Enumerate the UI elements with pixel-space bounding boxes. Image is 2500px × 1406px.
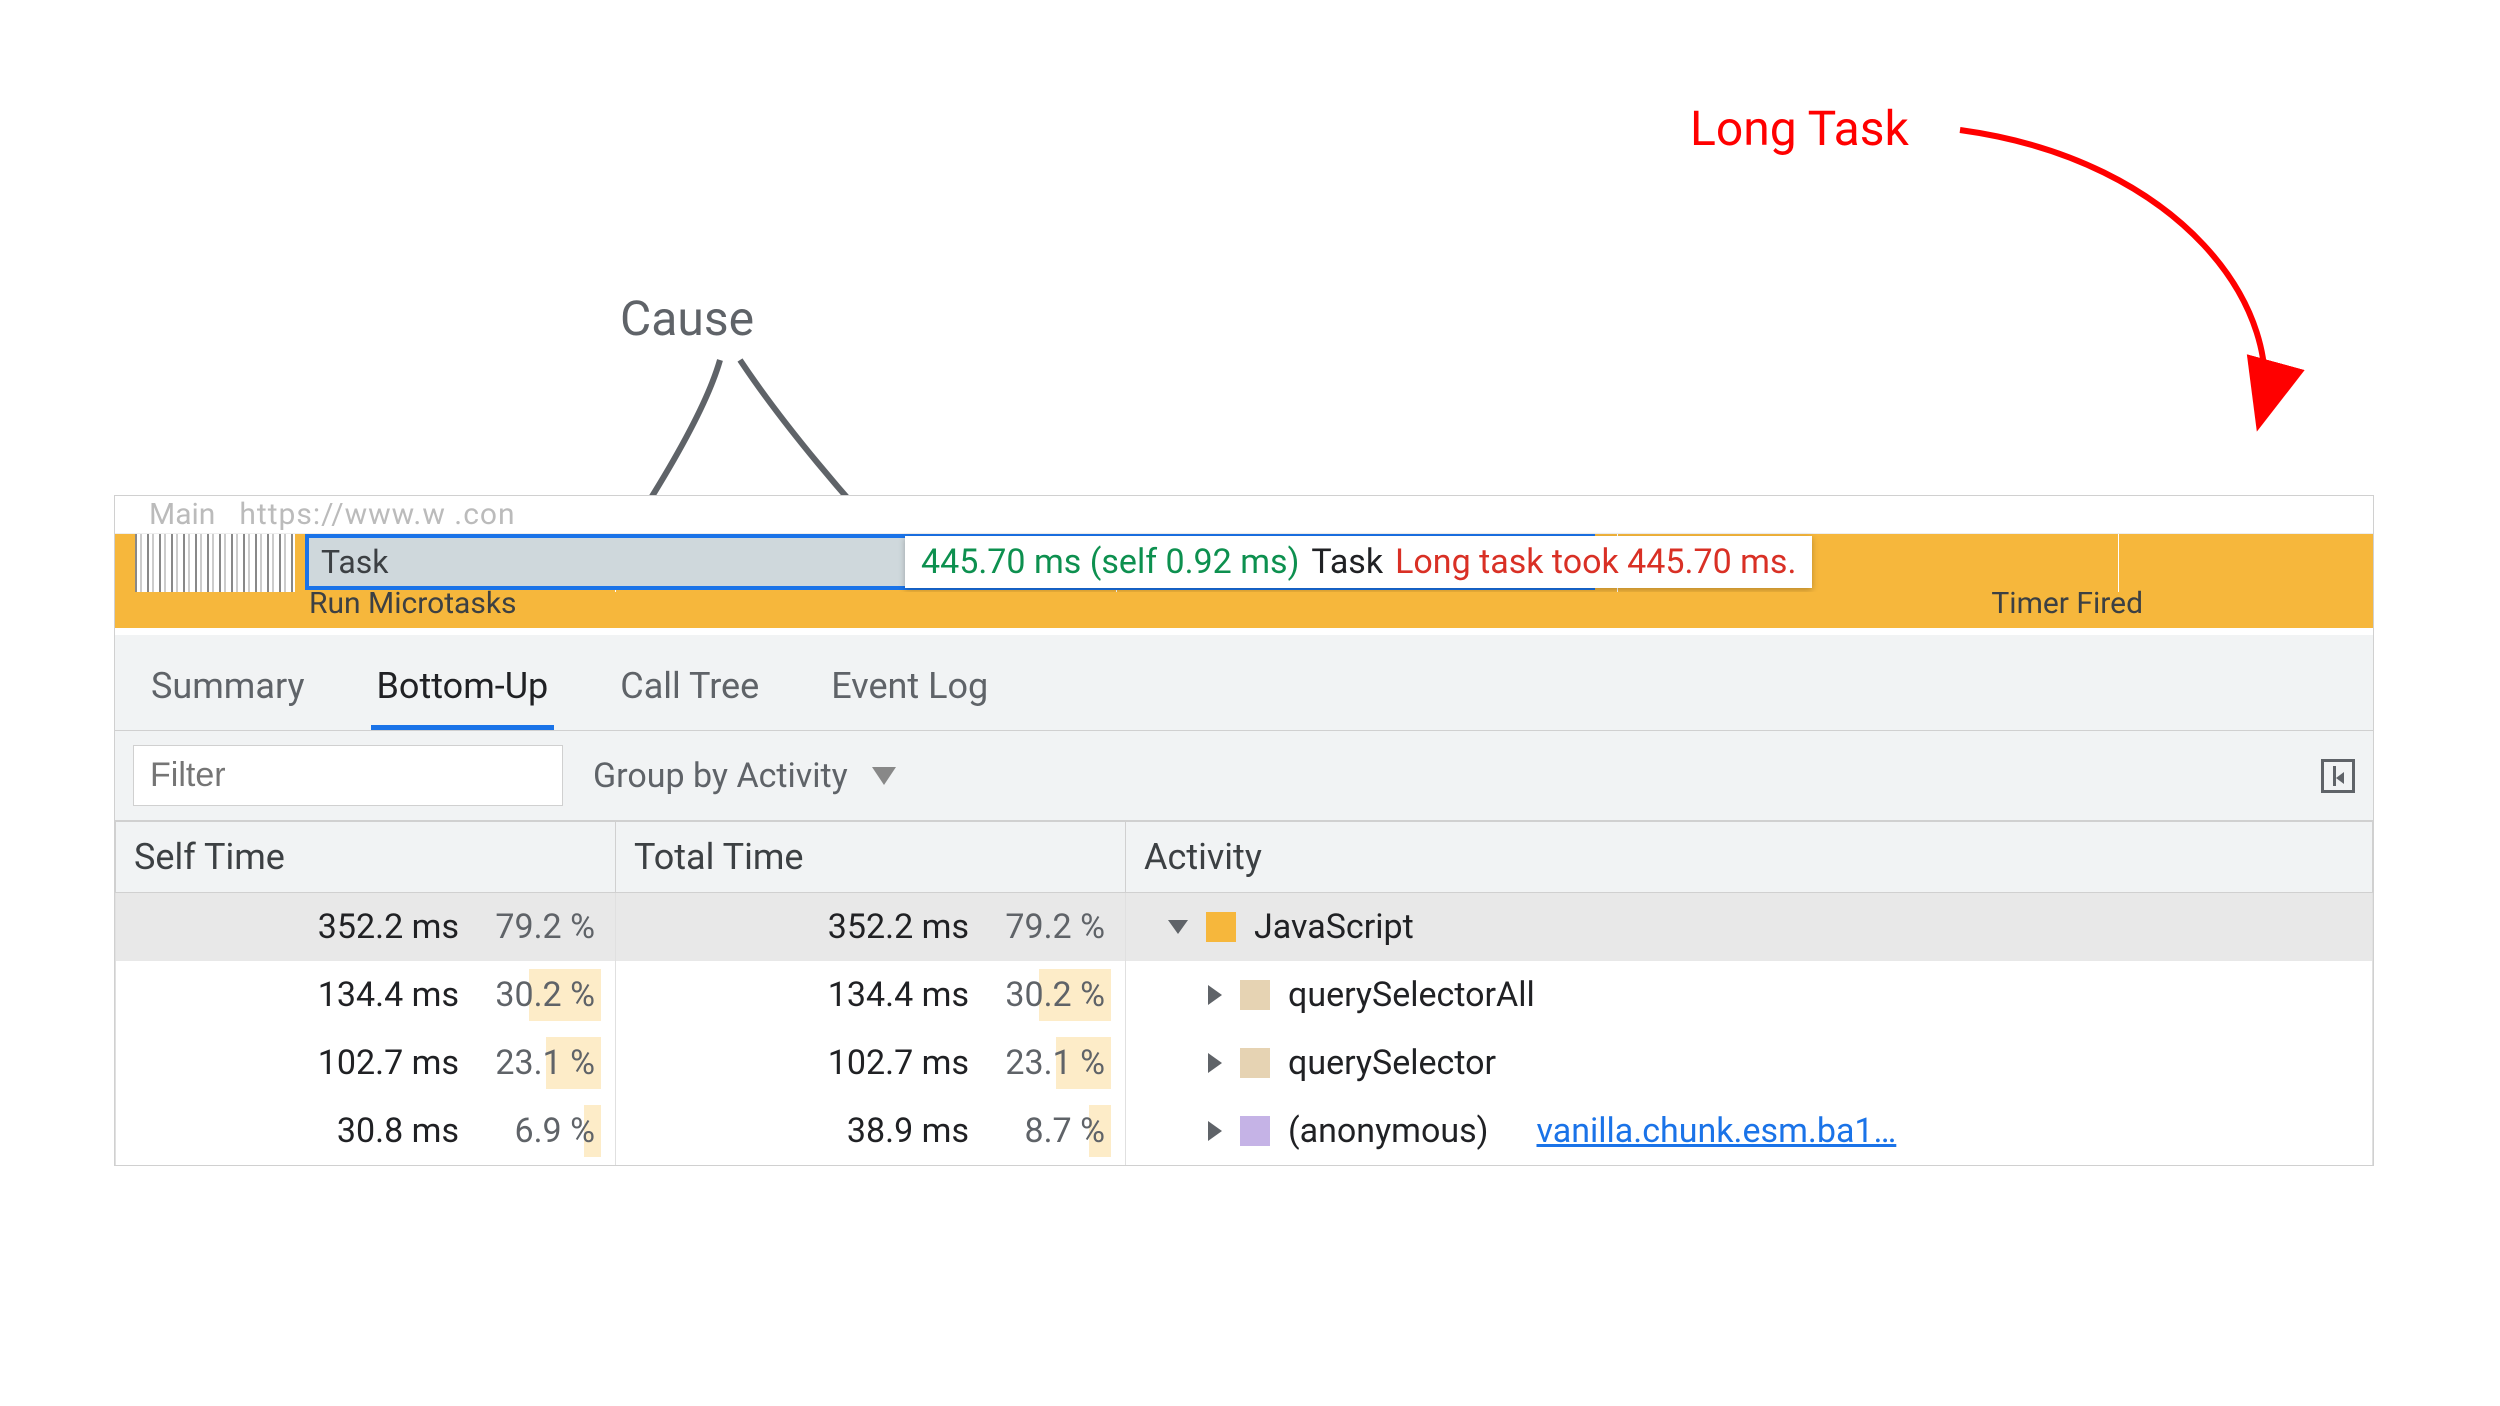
ms-value: 134.4 ms — [809, 975, 969, 1015]
tooltip-warn-suffix: took 445.70 ms. — [1544, 542, 1797, 582]
activity-swatch — [1240, 1116, 1270, 1146]
pct-value: 79.2 % — [481, 905, 601, 949]
activity-swatch — [1206, 912, 1236, 942]
long-task-link[interactable]: Long task — [1395, 542, 1543, 582]
tooltip-name: Task — [1311, 542, 1383, 582]
tabs: Summary Bottom-Up Call Tree Event Log — [115, 635, 2373, 731]
table-row[interactable]: 102.7 ms 23.1 % 102.7 ms 23.1 % querySelecto… — [116, 1029, 2373, 1097]
tab-summary[interactable]: Summary — [145, 655, 311, 730]
tab-call-tree[interactable]: Call Tree — [614, 655, 765, 730]
bottom-up-table: Self Time Total Time Activity 352.2 ms 79… — [115, 821, 2373, 1165]
activity-label: JavaScript — [1254, 907, 1414, 947]
expand-right-icon[interactable] — [1208, 1053, 1222, 1073]
flame-url: https://www.w .con — [239, 497, 515, 532]
ms-value: 134.4 ms — [299, 975, 459, 1015]
expand-right-icon[interactable] — [1208, 1121, 1222, 1141]
activity-label: (anonymous) — [1288, 1111, 1489, 1151]
filter-row: Group by Activity — [115, 731, 2373, 821]
flame-barcode — [135, 534, 295, 592]
filter-input[interactable] — [133, 745, 563, 806]
tab-event-log[interactable]: Event Log — [825, 655, 994, 730]
table-row[interactable]: 134.4 ms 30.2 % 134.4 ms 30.2 % querySelecto… — [116, 961, 2373, 1029]
pct-value: 23.1 % — [991, 1041, 1111, 1085]
group-by-select[interactable]: Group by Activity — [593, 756, 896, 796]
activity-label: querySelector — [1288, 1043, 1496, 1083]
toggle-details-icon[interactable] — [2321, 759, 2355, 793]
pct-value: 8.7 % — [991, 1109, 1111, 1153]
task-bar-label: Task — [321, 543, 388, 581]
source-link[interactable]: vanilla.chunk.esm.ba1… — [1537, 1111, 1897, 1151]
ms-value: 352.2 ms — [809, 907, 969, 947]
timer-fired-label: Timer Fired — [1991, 586, 2143, 621]
tooltip-warning: Long task took 445.70 ms. — [1395, 542, 1796, 582]
tooltip-time: 445.70 ms (self 0.92 ms) — [921, 542, 1299, 582]
activity-label: querySelectorAll — [1288, 975, 1535, 1015]
col-total-time[interactable]: Total Time — [616, 822, 1126, 893]
ms-value: 102.7 ms — [299, 1043, 459, 1083]
pct-value: 30.2 % — [991, 973, 1111, 1017]
bottom-panel: Summary Bottom-Up Call Tree Event Log Gr… — [114, 635, 2374, 1166]
expand-right-icon[interactable] — [1208, 985, 1222, 1005]
tab-bottom-up[interactable]: Bottom-Up — [371, 655, 555, 730]
flame-header: Main https://www.w .con — [115, 496, 2373, 534]
group-by-label: Group by Activity — [593, 756, 848, 796]
pct-value: 6.9 % — [481, 1109, 601, 1153]
activity-swatch — [1240, 1048, 1270, 1078]
ms-value: 102.7 ms — [809, 1043, 969, 1083]
task-tooltip: 445.70 ms (self 0.92 ms) Task Long task … — [905, 536, 1812, 588]
flame-thread-label: Main — [149, 497, 215, 532]
expand-down-icon[interactable] — [1168, 920, 1188, 934]
ms-value: 30.8 ms — [299, 1111, 459, 1151]
table-row[interactable]: 30.8 ms 6.9 % 38.9 ms 8.7 % (anonymous) vanil… — [116, 1097, 2373, 1165]
activity-swatch — [1240, 980, 1270, 1010]
microtask-bar-label: Run Microtasks — [309, 586, 517, 621]
flame-chart[interactable]: Main https://www.w .con Task 445.70 ms (… — [114, 495, 2374, 635]
pct-value: 79.2 % — [991, 905, 1111, 949]
pct-value: 23.1 % — [481, 1041, 601, 1085]
pct-value: 30.2 % — [481, 973, 601, 1017]
annotation-cause: Cause — [620, 290, 754, 347]
col-self-time[interactable]: Self Time — [116, 822, 616, 893]
chevron-down-icon — [872, 767, 896, 785]
col-activity[interactable]: Activity — [1126, 822, 2373, 893]
ms-value: 352.2 ms — [299, 907, 459, 947]
annotation-long-task: Long Task — [1690, 100, 1909, 157]
table-row[interactable]: 352.2 ms 79.2 % 352.2 ms 79.2 % JavaScript — [116, 893, 2373, 961]
ms-value: 38.9 ms — [809, 1111, 969, 1151]
